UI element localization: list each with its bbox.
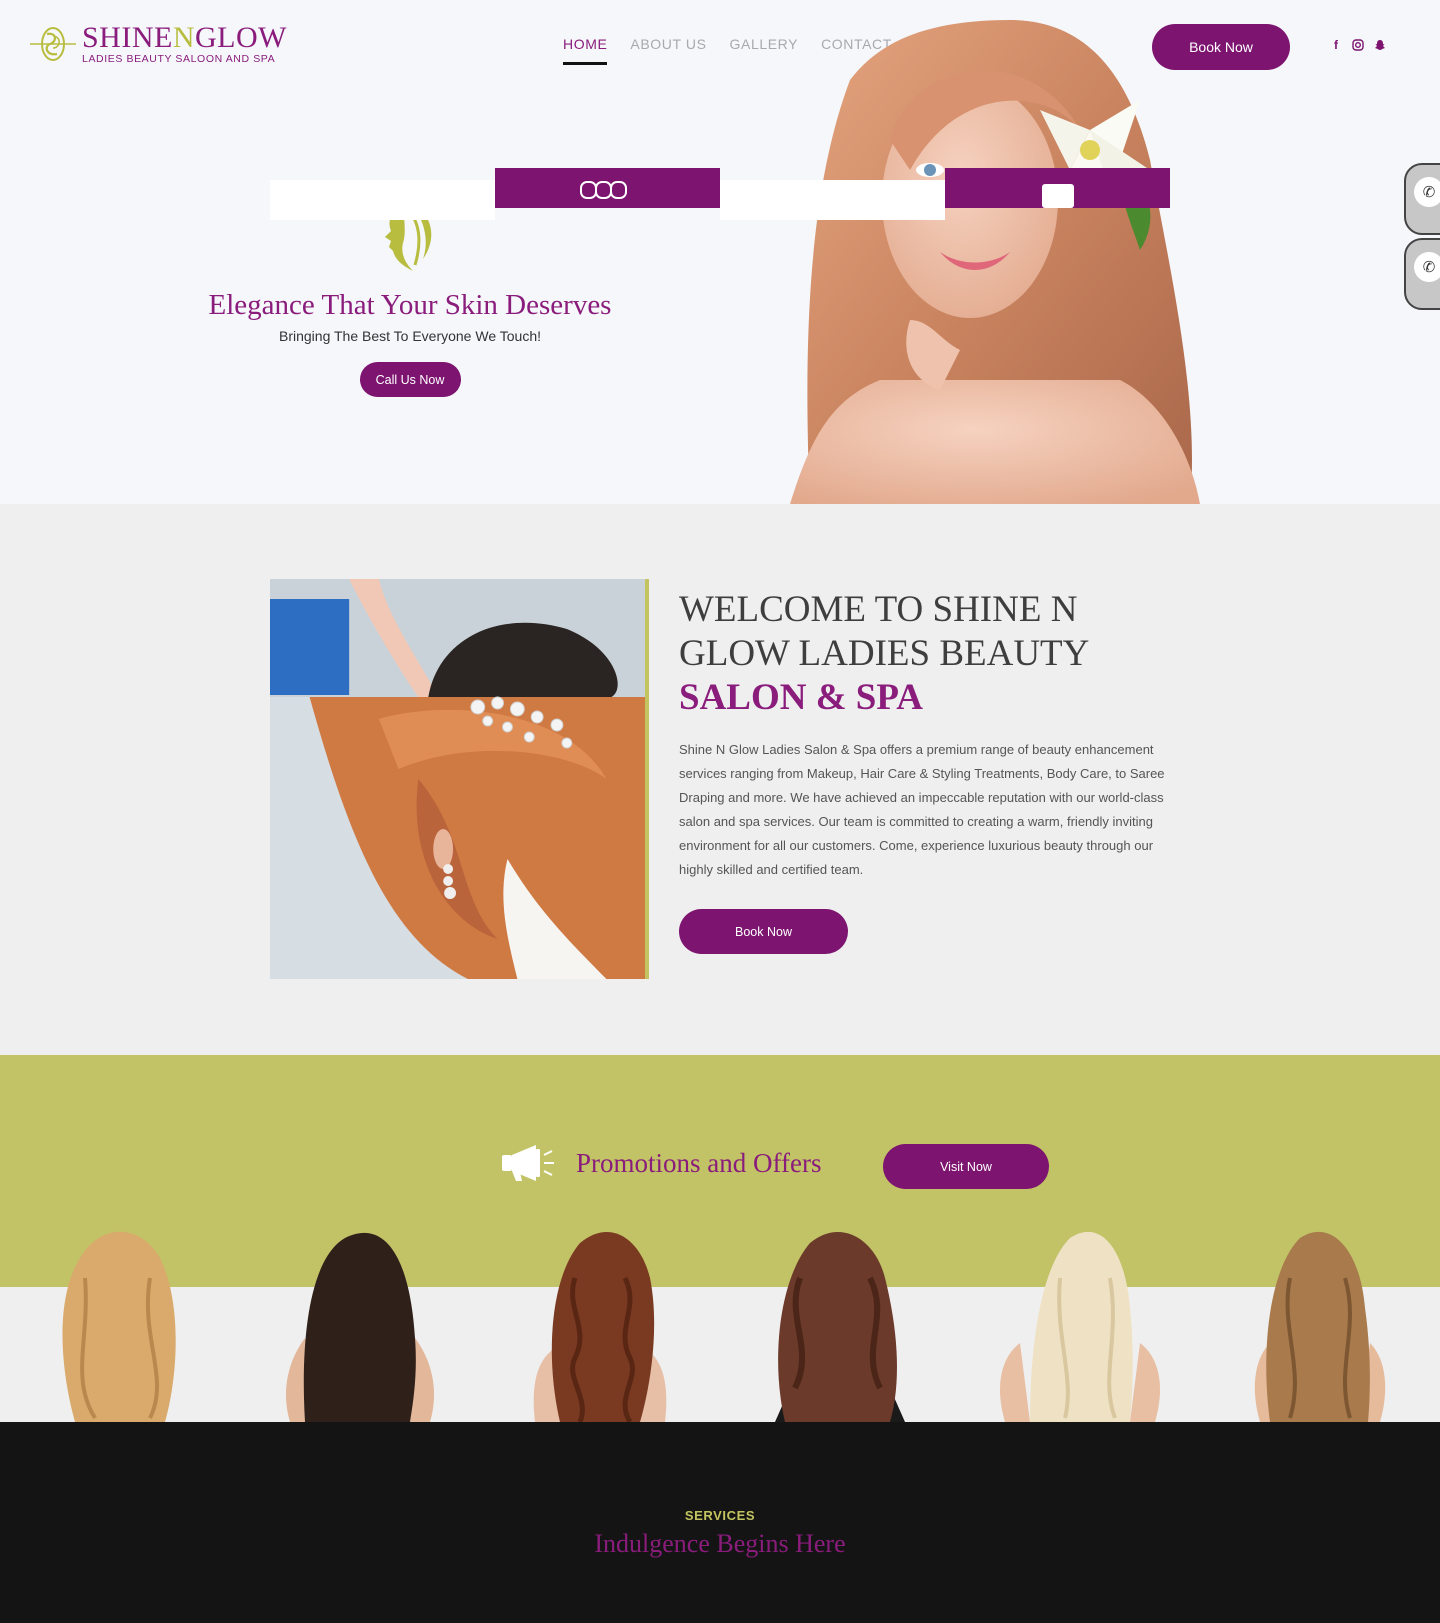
services-section: SERVICES Indulgence Begins Here <box>0 1422 1440 1623</box>
site-logo[interactable]: SHINENGLOW LADIES BEAUTY SALOON AND SPA <box>30 22 287 66</box>
hair-sample-ombre-long <box>1254 1231 1386 1422</box>
welcome-title-line-1: WELCOME TO SHINE N <box>679 589 1078 630</box>
nav-gallery[interactable]: GALLERY <box>730 36 799 65</box>
hair-styles-gallery <box>62 1231 1386 1422</box>
header-book-now-button[interactable]: Book Now <box>1152 24 1290 70</box>
hero-copy: Elegance That Your Skin Deserves Bringin… <box>170 195 650 397</box>
nav-about-us[interactable]: ABOUT US <box>630 36 706 65</box>
facebook-icon[interactable]: f <box>1329 38 1343 52</box>
floating-call-button[interactable]: ✆ <box>1404 163 1440 235</box>
visit-now-button[interactable]: Visit Now <box>883 1144 1049 1189</box>
service-icon <box>1042 184 1074 208</box>
instagram-icon[interactable] <box>1351 38 1365 52</box>
services-eyebrow: SERVICES <box>684 1508 756 1523</box>
floating-whatsapp-button[interactable]: ✆ <box>1404 238 1440 310</box>
welcome-copy: WELCOME TO SHINE N GLOW LADIES BEAUTY SA… <box>679 588 1169 954</box>
welcome-title-accent: SALON & SPA <box>679 677 923 718</box>
welcome-section: WELCOME TO SHINE N GLOW LADIES BEAUTY SA… <box>0 504 1440 1055</box>
welcome-book-now-button[interactable]: Book Now <box>679 909 848 954</box>
welcome-paragraph: Shine N Glow Ladies Salon & Spa offers a… <box>679 742 1165 877</box>
hero-model-image <box>790 20 1200 504</box>
hair-sample-platinum-blonde <box>1000 1231 1160 1422</box>
hair-sample-dark-straight <box>285 1232 435 1422</box>
social-links: f <box>1329 38 1387 52</box>
hair-sample-auburn-curly <box>533 1231 667 1422</box>
service-card[interactable] <box>945 168 1170 208</box>
phone-icon: ✆ <box>1414 252 1440 282</box>
nav-home[interactable]: HOME <box>563 36 608 65</box>
hero-subtitle: Bringing The Best To Everyone We Touch! <box>278 328 541 344</box>
hair-sample-blonde-wavy <box>62 1231 176 1422</box>
services-title: Indulgence Begins Here <box>594 1529 846 1558</box>
service-card[interactable] <box>720 180 945 220</box>
hero-title: Elegance That Your Skin Deserves <box>208 289 612 321</box>
snapchat-icon[interactable] <box>1373 38 1387 52</box>
bridal-hairstyle-image <box>270 579 649 979</box>
promotions-heading: Promotions and Offers <box>500 1143 821 1183</box>
logo-monogram-icon <box>30 27 76 61</box>
service-card[interactable] <box>495 168 720 208</box>
logo-wordmark: SHINENGLOW <box>82 21 287 55</box>
welcome-title-line-2: GLOW LADIES BEAUTY <box>679 633 1090 674</box>
service-icon <box>580 181 627 199</box>
hair-sample-chocolate-wavy <box>775 1231 905 1422</box>
service-card[interactable] <box>270 180 495 220</box>
call-us-now-button[interactable]: Call Us Now <box>359 362 461 397</box>
megaphone-icon <box>502 1145 554 1181</box>
logo-tagline: LADIES BEAUTY SALOON AND SPA <box>82 53 276 66</box>
promotions-title: Promotions and Offers <box>576 1147 822 1178</box>
hero-section: SHINENGLOW LADIES BEAUTY SALOON AND SPA … <box>0 0 1440 504</box>
phone-icon: ✆ <box>1414 177 1440 207</box>
